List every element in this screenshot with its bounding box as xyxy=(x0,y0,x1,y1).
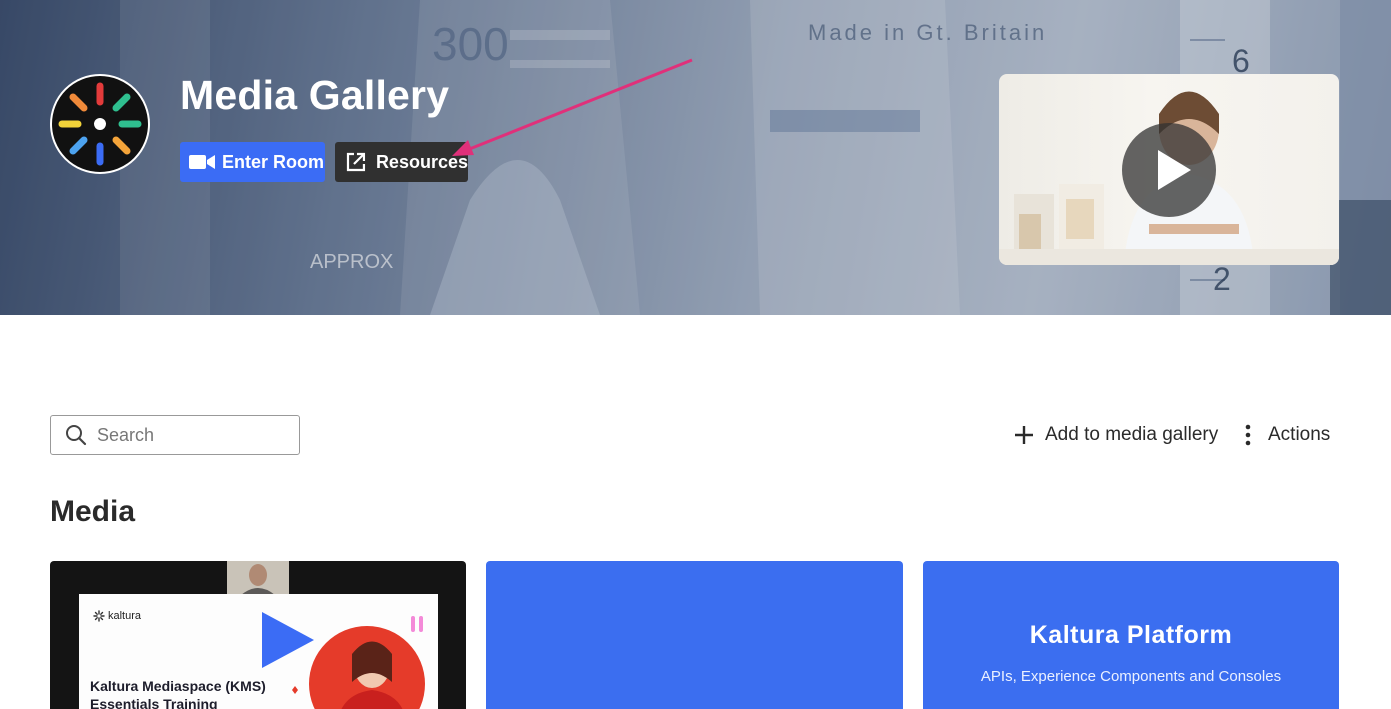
add-to-media-gallery-label: Add to media gallery xyxy=(1045,424,1219,445)
slide-preview: kaltura Kaltura Mediaspace (KMS) Essenti… xyxy=(79,594,438,709)
actions-label: Actions xyxy=(1268,424,1331,445)
media-card-blue-thumbnail[interactable] xyxy=(486,561,903,709)
actions-button[interactable]: Actions xyxy=(1238,420,1330,450)
presenter-webcam xyxy=(227,561,289,595)
play-button[interactable] xyxy=(1122,123,1216,217)
add-to-media-gallery-button[interactable]: Add to media gallery xyxy=(1013,420,1218,450)
search-input[interactable] xyxy=(97,424,287,446)
hero-banner: 300 Made in Gt. Britain APPROX 6 2 Media… xyxy=(0,0,1391,315)
search-box[interactable] xyxy=(50,415,300,455)
play-icon xyxy=(1158,150,1191,190)
media-card-kaltura-platform[interactable]: Kaltura Platform APIs, Experience Compon… xyxy=(923,561,1339,709)
featured-video-thumbnail[interactable] xyxy=(999,74,1339,265)
plus-icon xyxy=(1015,426,1033,444)
presenter-face xyxy=(241,564,275,595)
kms-training-title: Kaltura Mediaspace (KMS) Essentials Trai… xyxy=(90,678,266,709)
magnifier-icon xyxy=(66,425,87,446)
kaltura-platform-subtitle: APIs, Experience Components and Consoles xyxy=(980,668,1282,685)
media-card-kms-training[interactable]: kaltura Kaltura Mediaspace (KMS) Essenti… xyxy=(50,561,466,709)
kaltura-platform-title: Kaltura Platform xyxy=(1029,621,1233,649)
media-section-title: Media xyxy=(50,495,136,528)
vertical-dots-icon xyxy=(1245,424,1251,446)
